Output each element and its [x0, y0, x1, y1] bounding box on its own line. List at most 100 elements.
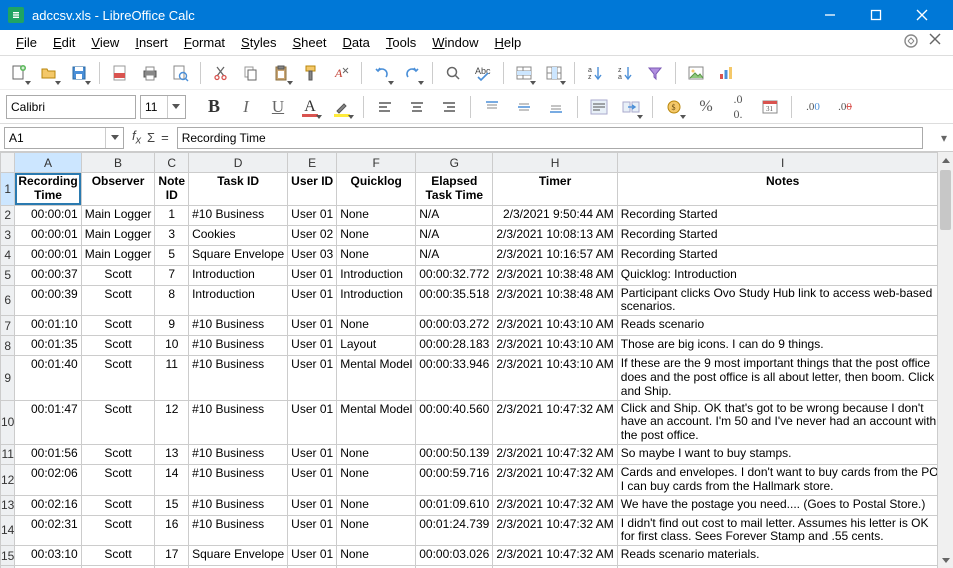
header-cell[interactable]: Notes	[617, 173, 937, 206]
close-doc-button[interactable]	[929, 33, 941, 52]
cell[interactable]: 9	[155, 316, 189, 336]
currency-button[interactable]: $	[660, 93, 688, 121]
row-header-12[interactable]: 12	[1, 464, 15, 495]
merge-button[interactable]	[617, 93, 645, 121]
cell[interactable]: 17	[155, 546, 189, 566]
menu-insert[interactable]: Insert	[127, 32, 176, 53]
cell[interactable]: Main Logger	[81, 205, 155, 225]
chart-button[interactable]	[713, 60, 739, 86]
cell[interactable]: 13	[155, 444, 189, 464]
cell[interactable]: User 01	[288, 515, 337, 546]
cell[interactable]: Recording Started	[617, 245, 937, 265]
header-cell[interactable]: Elapsed Task Time	[416, 173, 493, 206]
cell[interactable]: Mental Model	[337, 400, 416, 444]
cell[interactable]: 00:01:10	[15, 316, 81, 336]
cell[interactable]: Scott	[81, 444, 155, 464]
cut-button[interactable]	[208, 60, 234, 86]
paste-button[interactable]	[268, 60, 294, 86]
cell[interactable]: 00:00:03.272	[416, 316, 493, 336]
row-header-5[interactable]: 5	[1, 265, 15, 285]
cell[interactable]: 2/3/2021 10:47:32 AM	[493, 546, 617, 566]
formula-input[interactable]	[177, 127, 923, 149]
cell[interactable]: 2/3/2021 10:38:48 AM	[493, 265, 617, 285]
italic-button[interactable]: I	[232, 93, 260, 121]
cell[interactable]: 00:02:31	[15, 515, 81, 546]
cell[interactable]: 2/3/2021 10:47:32 AM	[493, 515, 617, 546]
cell[interactable]: User 01	[288, 464, 337, 495]
menu-sheet[interactable]: Sheet	[284, 32, 334, 53]
row-header-9[interactable]: 9	[1, 356, 15, 400]
menu-tools[interactable]: Tools	[378, 32, 424, 53]
font-size-combo[interactable]	[140, 95, 186, 119]
cell[interactable]: User 01	[288, 316, 337, 336]
select-all-corner[interactable]	[1, 153, 15, 173]
chevron-down-icon[interactable]	[167, 96, 183, 118]
cell[interactable]: 2/3/2021 10:47:32 AM	[493, 464, 617, 495]
cell[interactable]: Those are big icons. I can do 9 things.	[617, 336, 937, 356]
percent-button[interactable]: %	[692, 93, 720, 121]
cell[interactable]: 00:00:35.518	[416, 285, 493, 316]
header-cell[interactable]: Timer	[493, 173, 617, 206]
expand-formula-button[interactable]: ▾	[937, 131, 951, 145]
align-top-button[interactable]	[478, 93, 506, 121]
scroll-thumb[interactable]	[940, 170, 951, 230]
cell[interactable]: 00:00:59.716	[416, 464, 493, 495]
cell[interactable]: If these are the 9 most important things…	[617, 356, 937, 400]
clear-format-button[interactable]: A	[328, 60, 354, 86]
cell[interactable]: None	[337, 495, 416, 515]
cell[interactable]: None	[337, 464, 416, 495]
cell[interactable]: 00:01:40	[15, 356, 81, 400]
cell[interactable]: 00:00:33.946	[416, 356, 493, 400]
function-wizard-button[interactable]: fx	[132, 128, 141, 147]
cell[interactable]: Recording Started	[617, 205, 937, 225]
cell[interactable]: 00:01:24.739	[416, 515, 493, 546]
redo-button[interactable]	[399, 60, 425, 86]
scroll-up-icon[interactable]	[938, 152, 953, 168]
vertical-scrollbar[interactable]	[937, 152, 953, 568]
cell[interactable]: None	[337, 316, 416, 336]
row-header-1[interactable]: 1	[1, 173, 15, 206]
spellcheck-button[interactable]: Abc	[470, 60, 496, 86]
row-header-13[interactable]: 13	[1, 495, 15, 515]
align-left-button[interactable]	[371, 93, 399, 121]
header-cell[interactable]: Quicklog	[337, 173, 416, 206]
cell[interactable]: None	[337, 245, 416, 265]
column-header-I[interactable]: I	[617, 153, 937, 173]
cell[interactable]: 00:00:32.772	[416, 265, 493, 285]
number-button[interactable]: .00.	[724, 93, 752, 121]
cell[interactable]: #10 Business	[189, 316, 288, 336]
row-header-4[interactable]: 4	[1, 245, 15, 265]
update-icon[interactable]	[903, 33, 919, 52]
cell[interactable]: User 01	[288, 495, 337, 515]
cell[interactable]: #10 Business	[189, 495, 288, 515]
add-decimal-button[interactable]: .00	[799, 93, 827, 121]
font-color-button[interactable]: A	[296, 93, 324, 121]
align-center-button[interactable]	[403, 93, 431, 121]
underline-button[interactable]: U	[264, 93, 292, 121]
column-header-F[interactable]: F	[337, 153, 416, 173]
cell[interactable]: 2/3/2021 10:47:32 AM	[493, 444, 617, 464]
cell[interactable]: 11	[155, 356, 189, 400]
cell[interactable]: 16	[155, 515, 189, 546]
spreadsheet-grid[interactable]: ABCDEFGHI 1Recording TimeObserverNote ID…	[0, 152, 937, 568]
maximize-button[interactable]	[853, 0, 899, 30]
sum-button[interactable]: Σ	[147, 130, 155, 145]
cell[interactable]: 00:00:03.026	[416, 546, 493, 566]
cell[interactable]: 00:01:35	[15, 336, 81, 356]
cell[interactable]: Scott	[81, 546, 155, 566]
cell[interactable]: User 01	[288, 336, 337, 356]
row-header-10[interactable]: 10	[1, 400, 15, 444]
cell[interactable]: 00:01:56	[15, 444, 81, 464]
cell[interactable]: 2/3/2021 10:47:32 AM	[493, 495, 617, 515]
cell[interactable]: Introduction	[189, 285, 288, 316]
cell[interactable]: Main Logger	[81, 245, 155, 265]
minimize-button[interactable]	[807, 0, 853, 30]
cell[interactable]: 00:00:50.139	[416, 444, 493, 464]
column-header-A[interactable]: A	[15, 153, 81, 173]
cell[interactable]: 7	[155, 265, 189, 285]
header-cell[interactable]: Recording Time	[15, 173, 81, 206]
column-header-G[interactable]: G	[416, 153, 493, 173]
cell[interactable]: 2/3/2021 10:47:32 AM	[493, 400, 617, 444]
cell[interactable]: 5	[155, 245, 189, 265]
header-cell[interactable]: User ID	[288, 173, 337, 206]
